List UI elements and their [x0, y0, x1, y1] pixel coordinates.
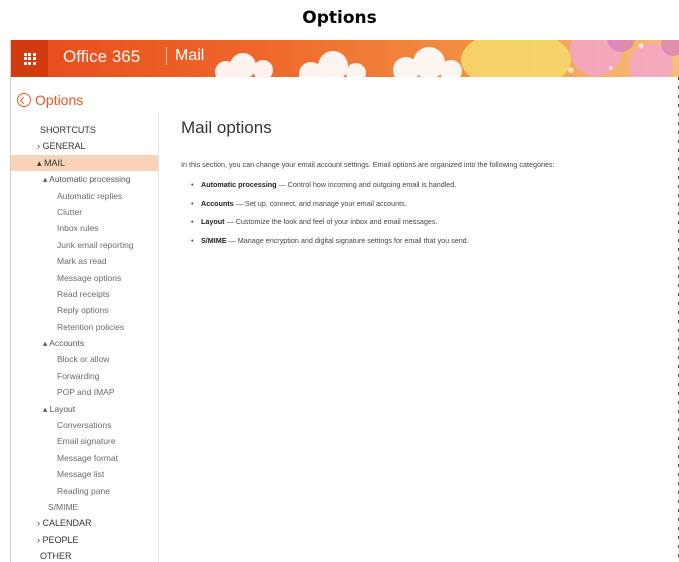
nav-item-other[interactable]: OTHER	[11, 548, 158, 562]
options-heading: Options	[35, 92, 84, 108]
figure-caption: Options	[302, 8, 377, 28]
nav-item-read-receipts[interactable]: Read receipts	[11, 286, 158, 302]
nav-item-email-signature[interactable]: Email signature	[11, 433, 158, 449]
options-navigation: SHORTCUTS › GENERAL ▴ MAIL ▴ Automatic proc…	[11, 122, 158, 562]
nav-item-automatic-processing[interactable]: ▴ Automatic processing	[11, 171, 158, 187]
nav-item-forwarding[interactable]: Forwarding	[11, 368, 158, 384]
nav-item-layout[interactable]: ▴ Layout	[11, 401, 158, 417]
nav-item-shortcuts[interactable]: SHORTCUTS	[11, 122, 158, 138]
back-to-options-link[interactable]: Options	[17, 92, 83, 108]
nav-item-automatic-replies[interactable]: Automatic replies	[11, 188, 158, 204]
category-description: — Manage encryption and digital signatur…	[226, 235, 469, 245]
brand-title[interactable]: Office 365	[63, 47, 140, 67]
owa-window: Office 365 Mail Options SHORTCUTS › GENER…	[10, 40, 679, 562]
category-description: — Set up, connect, and manage your email…	[233, 198, 407, 208]
category-name: Layout	[201, 217, 225, 226]
nav-item-clutter[interactable]: Clutter	[11, 204, 158, 220]
nav-divider	[158, 112, 159, 562]
nav-item-s-mime[interactable]: S/MIME	[11, 499, 158, 515]
intro-text: In this section, you can change your ema…	[181, 160, 555, 169]
nav-item-message-format[interactable]: Message format	[11, 450, 158, 466]
main-content: Mail options In this section, you can ch…	[181, 118, 671, 254]
nav-item-calendar[interactable]: › CALENDAR	[11, 515, 158, 531]
back-arrow-icon	[17, 93, 31, 107]
category-description: — Customize the look and feel of your in…	[224, 217, 438, 226]
nav-item-message-list[interactable]: Message list	[11, 466, 158, 482]
category-item: Layout — Customize the look and feel of …	[191, 217, 671, 226]
category-name: S/MIME	[201, 235, 227, 245]
nav-item-retention-policies[interactable]: Retention policies	[11, 319, 158, 335]
category-list: Automatic processing — Control how incom…	[181, 180, 671, 245]
nav-item-block-or-allow[interactable]: Block or allow	[11, 351, 158, 367]
top-bar: Office 365 Mail	[11, 40, 679, 77]
nav-item-inbox-rules[interactable]: Inbox rules	[11, 220, 158, 236]
nav-item-mail[interactable]: ▴ MAIL	[11, 154, 158, 172]
category-name: Accounts	[201, 198, 234, 208]
nav-item-accounts[interactable]: ▴ Accounts	[11, 335, 158, 351]
category-name: Automatic processing	[201, 180, 277, 189]
nav-item-pop-and-imap[interactable]: POP and IMAP	[11, 384, 158, 400]
nav-item-junk-email-reporting[interactable]: Junk email reporting	[11, 237, 158, 253]
category-item: Automatic processing — Control how incom…	[191, 180, 671, 189]
app-launcher-button[interactable]	[11, 40, 48, 77]
nav-item-message-options[interactable]: Message options	[11, 270, 158, 286]
app-launcher-icon	[23, 52, 36, 65]
nav-item-reply-options[interactable]: Reply options	[11, 302, 158, 318]
nav-item-mark-as-read[interactable]: Mark as read	[11, 253, 158, 269]
nav-item-conversations[interactable]: Conversations	[11, 417, 158, 433]
nav-item-people[interactable]: › PEOPLE	[11, 532, 158, 548]
app-name[interactable]: Mail	[166, 47, 204, 65]
nav-item-reading-pane[interactable]: Reading pane	[11, 483, 158, 499]
category-item: Accounts — Set up, connect, and manage y…	[191, 198, 671, 208]
page-title: Mail options	[181, 118, 272, 137]
nav-item-general[interactable]: › GENERAL	[11, 138, 158, 154]
category-description: — Control how incoming and outgoing emai…	[276, 180, 457, 189]
category-item: S/MIME — Manage encryption and digital s…	[191, 235, 671, 245]
